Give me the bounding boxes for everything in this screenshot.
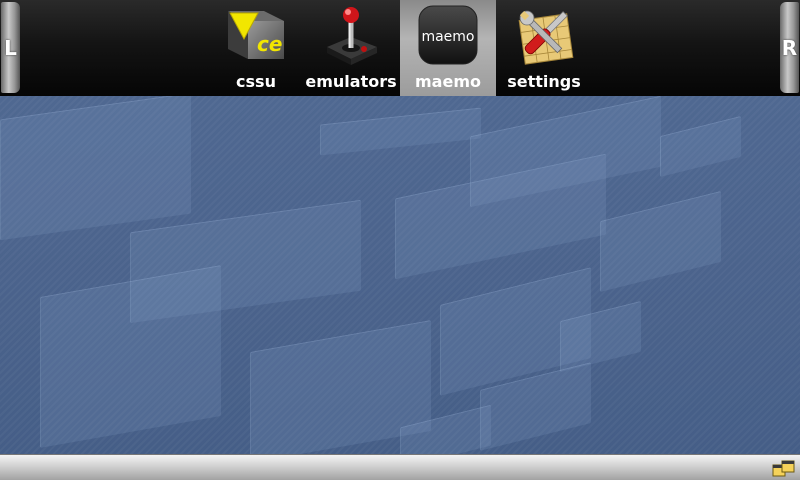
wallpaper-block xyxy=(0,96,191,241)
wallpaper-block xyxy=(660,115,741,178)
top-bar: L ce cssu emulators maemo maemo settings… xyxy=(0,0,800,97)
tab-maemo-label: maemo xyxy=(415,72,481,91)
tab-emulators-label: emulators xyxy=(305,72,397,91)
svg-text:ce: ce xyxy=(257,32,282,56)
joystick-icon xyxy=(319,3,383,67)
left-scroll-label: L xyxy=(4,35,17,60)
tab-cssu[interactable]: ce cssu xyxy=(222,0,290,96)
left-scroll-button[interactable]: L xyxy=(1,2,20,93)
desktop-screen: L ce cssu emulators maemo maemo settings… xyxy=(0,0,800,480)
task-switcher-icon[interactable] xyxy=(772,460,796,478)
svg-text:maemo: maemo xyxy=(421,29,474,45)
wallpaper-block xyxy=(600,190,721,293)
right-scroll-button[interactable]: R xyxy=(780,2,799,93)
tools-icon xyxy=(512,3,576,67)
wallpaper-block xyxy=(320,107,481,156)
tab-emulators[interactable]: emulators xyxy=(305,0,397,96)
bottom-bar xyxy=(0,454,800,480)
wallpaper-block xyxy=(40,265,221,448)
tab-maemo[interactable]: maemo maemo xyxy=(400,0,496,96)
tab-settings-label: settings xyxy=(507,72,581,91)
tab-settings[interactable]: settings xyxy=(507,0,581,96)
cssu-icon: ce xyxy=(224,3,288,67)
desktop-wallpaper xyxy=(0,96,800,454)
maemo-logo-icon: maemo xyxy=(416,3,480,67)
right-scroll-label: R xyxy=(781,35,798,60)
tab-cssu-label: cssu xyxy=(236,72,276,91)
